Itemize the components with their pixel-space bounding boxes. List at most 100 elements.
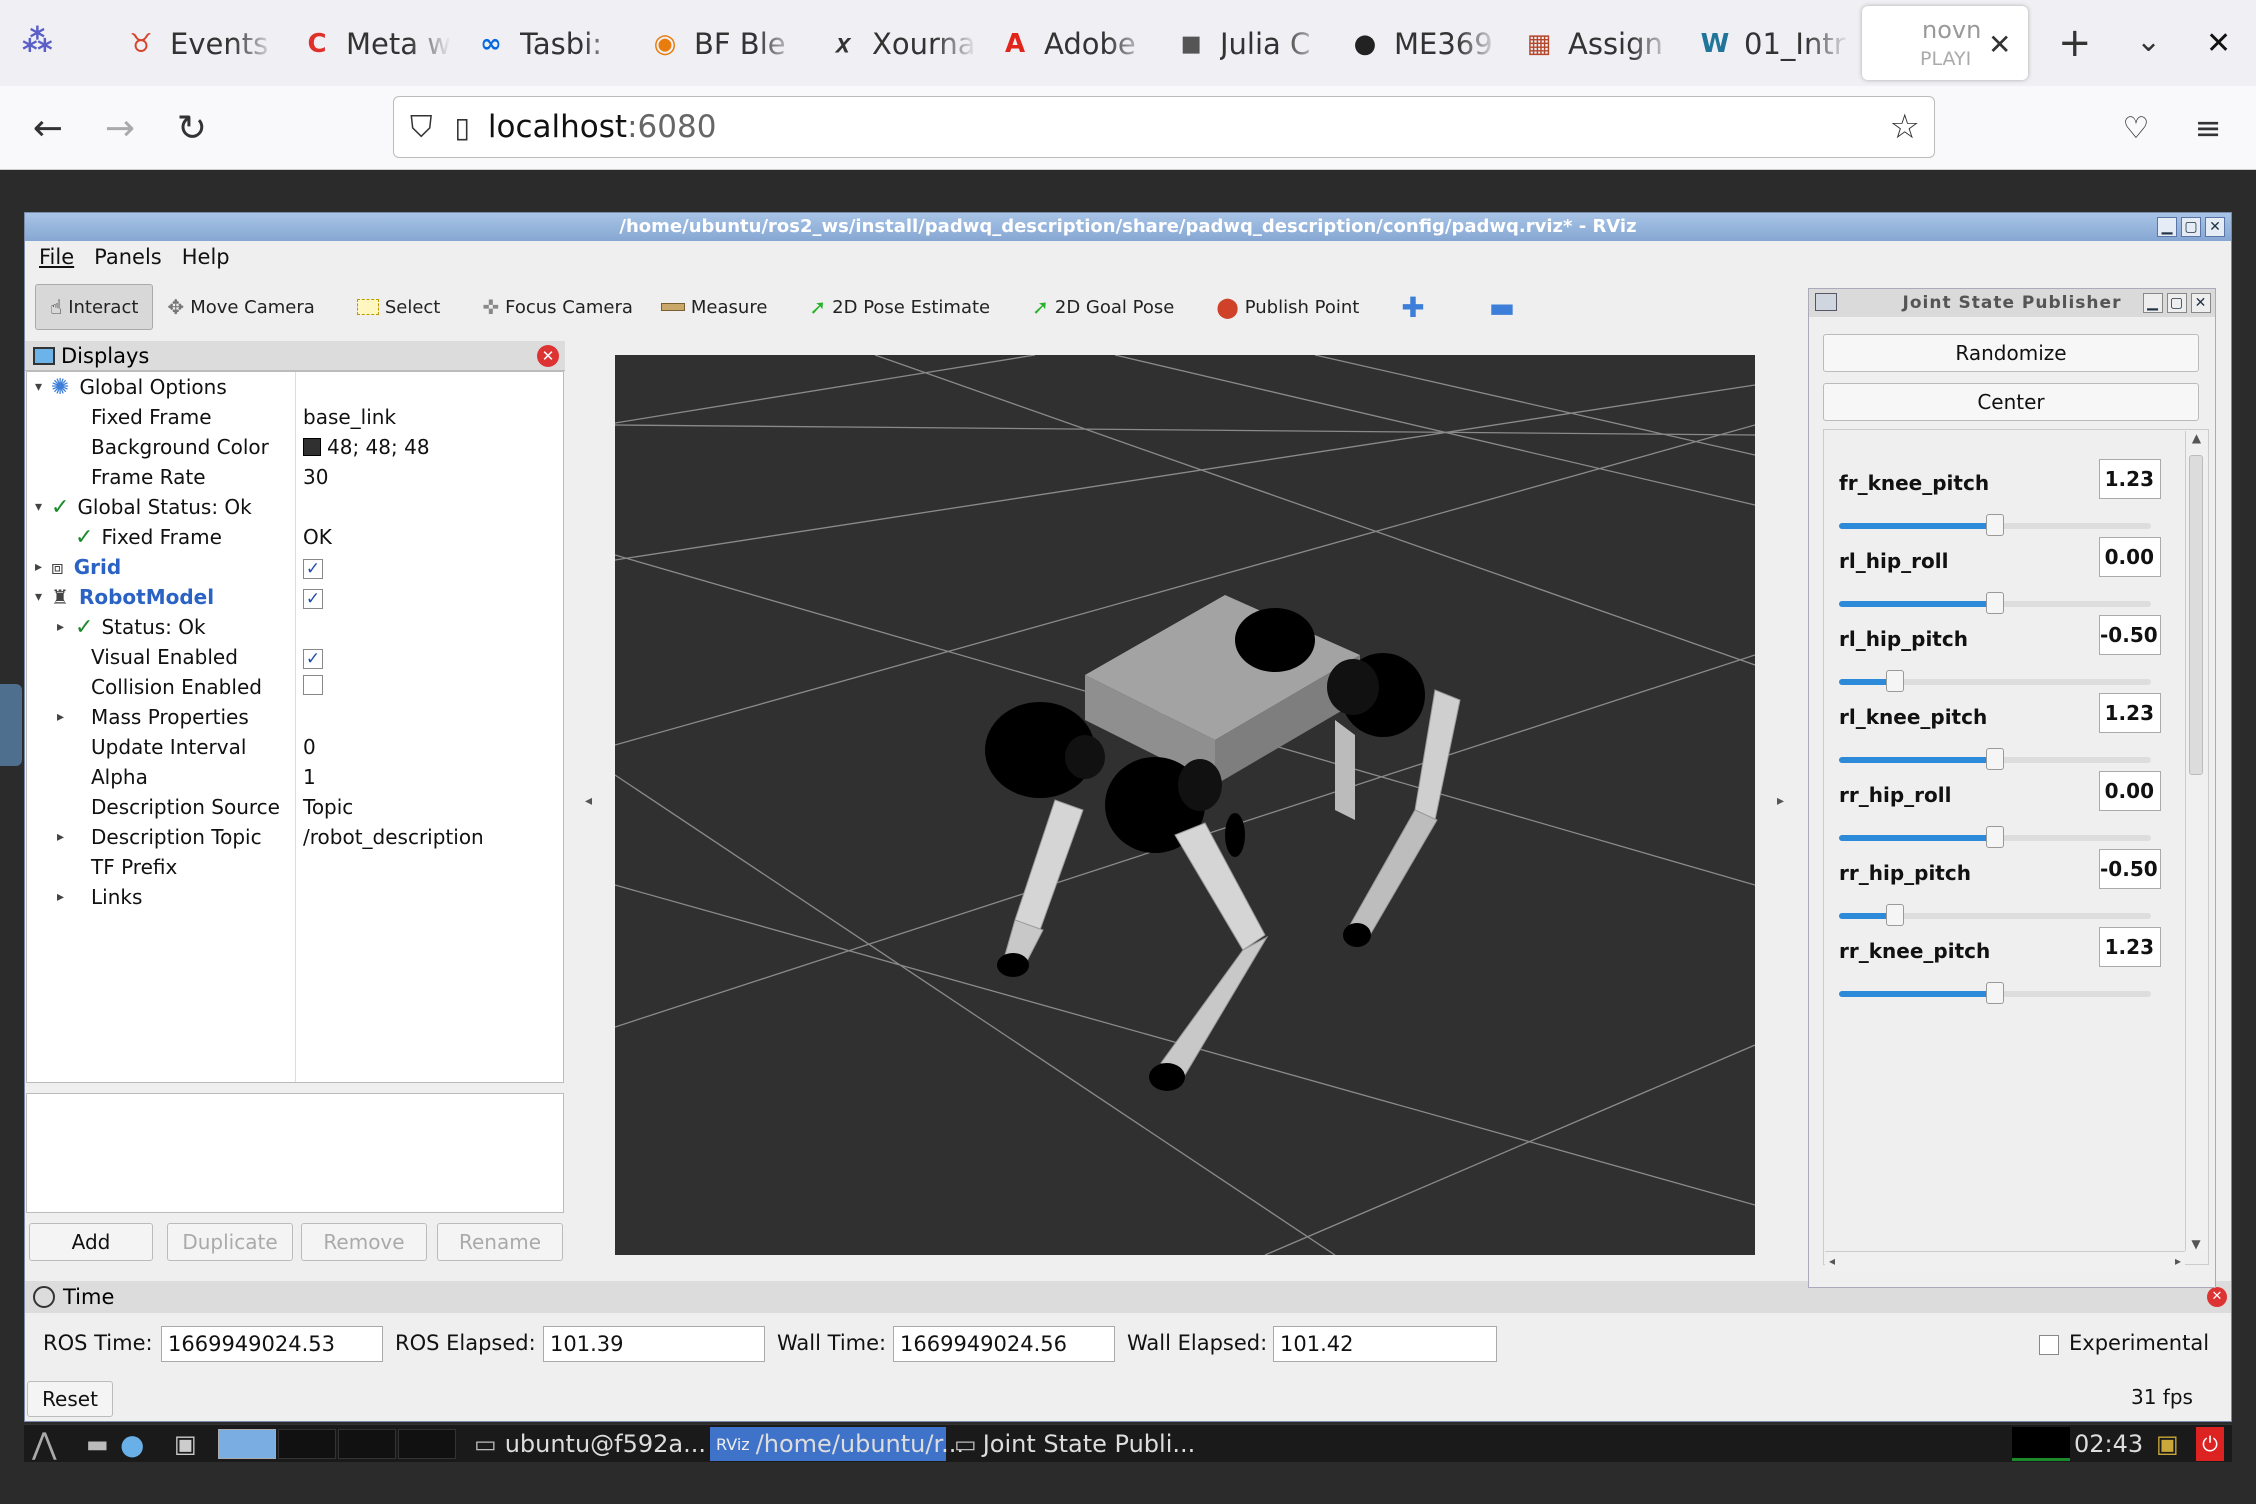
expand-arrow-icon[interactable]: ▸ (57, 829, 64, 845)
browser-tab[interactable]: C Meta w (300, 16, 451, 72)
tab-list-chevron-icon[interactable]: ⌄ (2136, 24, 2161, 59)
jsp-minimize-button[interactable]: ▁ (2143, 293, 2163, 313)
tree-background-color-value[interactable]: 48; 48; 48 (303, 435, 430, 459)
expand-arrow-icon[interactable]: ▾ (35, 379, 42, 395)
browser-tab[interactable]: ◼ Julia C (1174, 16, 1325, 72)
vertical-scrollbar[interactable]: ▲ ▼ (2185, 431, 2207, 1251)
tree-fixed-frame-value[interactable]: base_link (303, 405, 396, 429)
new-tab-icon[interactable]: + (2058, 20, 2092, 66)
joint-value-field[interactable]: 0.00 (2099, 537, 2161, 577)
teams-icon[interactable]: ⁂ (22, 24, 62, 64)
tree-background-color[interactable]: Background Color 48; 48; 48 (27, 432, 563, 462)
tree-collision-enabled[interactable]: Collision Enabled (27, 672, 563, 702)
tool-publish-point[interactable]: ⬤ Publish Point (1202, 284, 1373, 330)
expand-arrow-icon[interactable]: ▸ (57, 709, 64, 725)
tree-frame-rate-value[interactable]: 30 (303, 465, 328, 489)
tree-collision-enabled-checkbox[interactable] (303, 674, 323, 700)
browser-tab[interactable]: ♉ Events (124, 16, 275, 72)
tree-status-ok[interactable]: ▸ ✓ Status: Ok (27, 612, 563, 642)
taskbar-rviz[interactable]: RViz/home/ubuntu/r... (710, 1427, 964, 1461)
tree-frame-rate[interactable]: Frame Rate 30 (27, 462, 563, 492)
browser-tab[interactable]: ▦ Assign (1522, 16, 1673, 72)
horizontal-scrollbar[interactable]: ◂ ▸ (1825, 1251, 2185, 1271)
novnc-control-handle[interactable] (0, 684, 22, 766)
tree-grid[interactable]: ▸ ⧈ Grid ✓ (27, 552, 563, 582)
window-menu-icon[interactable] (1815, 293, 1837, 311)
menu-file[interactable]: File (39, 245, 74, 269)
clock[interactable]: 02:43 (2074, 1427, 2143, 1461)
taskbar-jsp[interactable]: ▭ Joint State Publi... (954, 1427, 1195, 1461)
joint-value-field[interactable]: 1.23 (2099, 693, 2161, 733)
start-menu-icon[interactable]: ⋀ (32, 1427, 57, 1462)
scroll-up-icon[interactable]: ▲ (2186, 431, 2207, 445)
expand-arrow-icon[interactable]: ▾ (35, 589, 42, 605)
duplicate-button[interactable]: Duplicate (167, 1223, 293, 1261)
taskbar-terminal[interactable]: ▭ ubuntu@f592a... (474, 1427, 706, 1461)
remove-tool-icon[interactable]: ▬ (1475, 284, 1529, 330)
tree-grid-checkbox[interactable]: ✓ (303, 555, 323, 579)
tree-update-interval[interactable]: Update Interval 0 (27, 732, 563, 762)
maximize-button[interactable]: ▢ (2181, 217, 2201, 237)
joint-value-field[interactable]: 1.23 (2099, 459, 2161, 499)
browser-tab[interactable]: 𝑥 Xourna (826, 16, 977, 72)
tree-global-options[interactable]: ▾ ✺ Global Options (27, 372, 563, 402)
expand-arrow-icon[interactable]: ▸ (35, 559, 42, 575)
ros-time-field[interactable]: 1669949024.53 (161, 1326, 383, 1362)
expand-arrow-icon[interactable]: ▾ (35, 499, 42, 515)
add-button[interactable]: Add (29, 1223, 153, 1261)
tree-visual-enabled[interactable]: Visual Enabled ✓ (27, 642, 563, 672)
wall-elapsed-field[interactable]: 101.42 (1273, 1326, 1497, 1362)
tree-visual-enabled-checkbox[interactable]: ✓ (303, 645, 323, 669)
tool-measure[interactable]: Measure (647, 284, 782, 330)
browser-globe-icon[interactable]: ● (120, 1427, 144, 1461)
center-button[interactable]: Center (1823, 383, 2199, 421)
hamburger-menu-icon[interactable]: ≡ (2184, 104, 2232, 152)
jsp-close-button[interactable]: ✕ (2191, 293, 2211, 313)
menu-panels[interactable]: Panels (94, 245, 162, 269)
workspace-4[interactable] (398, 1429, 456, 1459)
tree-description-source[interactable]: Description Source Topic (27, 792, 563, 822)
collapse-right-arrow-icon[interactable]: ▸ (1777, 793, 1784, 809)
joint-value-field[interactable]: 0.00 (2099, 771, 2161, 811)
show-desktop-icon[interactable]: ▬ (86, 1427, 109, 1461)
scroll-down-icon[interactable]: ▼ (2186, 1237, 2206, 1251)
reload-icon[interactable]: ↻ (168, 104, 216, 152)
tool-select[interactable]: Select (343, 284, 455, 330)
close-button[interactable]: ✕ (2205, 217, 2225, 237)
wall-time-field[interactable]: 1669949024.56 (893, 1326, 1115, 1362)
back-arrow-icon[interactable]: ← (24, 104, 72, 152)
reset-button[interactable]: Reset (27, 1381, 113, 1417)
expand-arrow-icon[interactable]: ▸ (57, 889, 64, 905)
workspace-2[interactable] (278, 1429, 336, 1459)
close-tab-icon[interactable]: ✕ (1988, 28, 2011, 61)
close-window-icon[interactable]: ✕ (2206, 26, 2231, 61)
tool-2d-goal-pose[interactable]: ➚ 2D Goal Pose (1018, 284, 1188, 330)
tree-alpha[interactable]: Alpha 1 (27, 762, 563, 792)
close-panel-icon[interactable]: ✕ (537, 345, 559, 367)
tree-description-topic[interactable]: ▸ Description Topic/robot_description (27, 822, 563, 852)
tree-tf-prefix[interactable]: TF Prefix (27, 852, 563, 882)
joint-value-field[interactable]: -0.50 (2099, 615, 2161, 655)
scroll-thumb[interactable] (2189, 455, 2203, 775)
tree-description-source-value[interactable]: Topic (303, 795, 353, 819)
minimize-button[interactable]: ▁ (2157, 217, 2177, 237)
collapse-left-arrow-icon[interactable]: ◂ (585, 793, 592, 809)
browser-tab[interactable]: ◉ BF Ble (648, 16, 799, 72)
tree-status-fixed-frame-value[interactable]: OK (303, 525, 332, 549)
tree-status-fixed-frame[interactable]: ✓ Fixed Frame OK (27, 522, 563, 552)
browser-tab[interactable]: ∞ Tasbi: (474, 16, 625, 72)
expand-arrow-icon[interactable]: ▸ (57, 619, 64, 635)
url-bar[interactable]: ⛉ ▯ localhost:6080 ☆ (393, 96, 1935, 158)
bookmark-star-icon[interactable]: ☆ (1890, 107, 1920, 147)
tree-robot-model[interactable]: ▾ ♜ RobotModel ✓ (27, 582, 563, 612)
tree-description-topic-value[interactable]: /robot_description (303, 825, 484, 849)
jsp-maximize-button[interactable]: ▢ (2167, 293, 2187, 313)
pocket-icon[interactable]: ♡ (2112, 104, 2160, 152)
network-icon[interactable]: ▣ (2156, 1427, 2179, 1461)
tree-update-interval-value[interactable]: 0 (303, 735, 316, 759)
3d-viewport[interactable] (615, 355, 1755, 1255)
shield-icon[interactable]: ⛉ (410, 110, 433, 145)
menu-help[interactable]: Help (182, 245, 230, 269)
forward-arrow-icon[interactable]: → (96, 104, 144, 152)
remove-button[interactable]: Remove (301, 1223, 427, 1261)
